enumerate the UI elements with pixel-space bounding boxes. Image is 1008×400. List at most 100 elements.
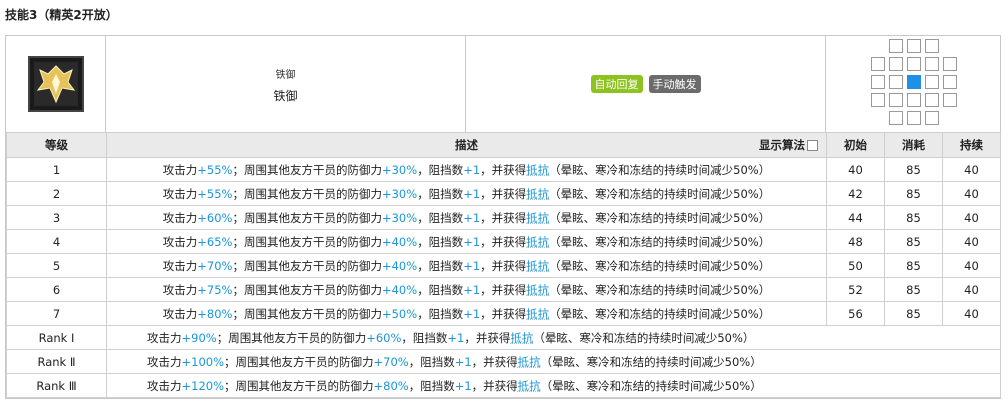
duration-header: 持续 [942,132,1001,158]
table-row: Rank Ⅱ 攻击力+100%；周围其他友方干员的防御力+70%，阻挡数+1，并获… [6,349,1001,374]
desc-def-label: ；周围其他友方干员的防御力 [224,354,374,369]
desc-block-label: ，阻挡数 [417,186,464,201]
range-cell [943,57,957,71]
desc-keyword[interactable]: 抵抗 [510,331,533,345]
skill-name-cell: 铁御 铁御 [106,36,466,132]
desc-block-value: +1 [463,234,481,249]
desc-keyword[interactable]: 抵抗 [518,379,541,393]
skill-info-row: 铁御 铁御 自动回复 手动触发 [6,36,1000,132]
desc-block-label: ，阻挡数 [417,306,464,321]
desc-block-value: +1 [463,306,481,321]
duration-cell: 40 [942,157,1001,182]
desc-def-label: ；周围其他友方干员的防御力 [232,186,382,201]
range-cell [943,75,957,89]
desc-tail: （晕眩、寒冷和冻结的持续时间减少50%） [549,234,771,249]
desc-atk-value: +55% [197,162,233,177]
description-cell: 攻击力+60%；周围其他友方干员的防御力+30%，阻挡数+1，并获得抵抗（晕眩、… [106,205,827,230]
desc-block-label: ，阻挡数 [417,234,464,249]
table-header-row: 等级 描述 显示算法 初始 消耗 持续 [6,132,1001,158]
description-cell: 攻击力+75%；周围其他友方干员的防御力+40%，阻挡数+1，并获得抵抗（晕眩、… [106,277,827,302]
desc-keyword[interactable]: 抵抗 [518,355,541,369]
desc-def-value: +50% [381,306,418,321]
desc-tail: （晕眩、寒冷和冻结的持续时间减少50%） [549,282,771,297]
desc-block-label: ，阻挡数 [408,378,455,393]
skill-name-small: 铁御 [275,70,296,81]
desc-def-value: +40% [381,258,418,273]
skill-icon [27,56,84,112]
initial-sp-cell: 40 [826,157,885,182]
desc-atk-label: 攻击力 [162,282,198,297]
sp-cost-cell: 85 [884,205,943,230]
level-header: 等级 [6,132,107,158]
desc-block-value: +1 [454,354,472,369]
desc-atk-label: 攻击力 [162,234,198,249]
desc-keyword[interactable]: 抵抗 [526,307,549,321]
desc-atk-label: 攻击力 [162,162,198,177]
desc-block-value: +1 [454,378,472,393]
duration-cell: 40 [942,253,1001,278]
desc-def-value: +30% [381,162,418,177]
rank-level-cell: Rank Ⅰ [6,325,107,350]
desc-tail: （晕眩、寒冷和冻结的持续时间减少50%） [549,186,771,201]
desc-gain-label: ，并获得 [471,378,518,393]
desc-gain-label: ，并获得 [480,282,527,297]
table-row: 6 攻击力+75%；周围其他友方干员的防御力+40%，阻挡数+1，并获得抵抗（晕眩… [6,277,1001,302]
desc-atk-label: 攻击力 [162,210,198,225]
desc-gain-label: ，并获得 [480,258,527,273]
show-algorithm-toggle[interactable]: 显示算法 [759,137,818,153]
description-cell: 攻击力+100%；周围其他友方干员的防御力+70%，阻挡数+1，并获得抵抗（晕眩… [106,349,1001,374]
desc-tail: （晕眩、寒冷和冻结的持续时间减少50%） [549,258,771,273]
desc-def-value: +60% [366,330,402,345]
show-algorithm-label: 显示算法 [759,138,805,152]
desc-atk-label: 攻击力 [162,306,198,321]
sp-cost-cell: 85 [884,181,943,206]
description-cell: 攻击力+80%；周围其他友方干员的防御力+50%，阻挡数+1，并获得抵抗（晕眩、… [106,301,827,326]
description-cell: 攻击力+55%；周围其他友方干员的防御力+30%，阻挡数+1，并获得抵抗（晕眩、… [106,157,827,182]
table-row: 7 攻击力+80%；周围其他友方干员的防御力+50%，阻挡数+1，并获得抵抗（晕眩… [6,301,1001,326]
sp-cost-cell: 85 [884,301,943,326]
range-cell [871,57,885,71]
attack-range-cell [826,36,1000,132]
range-cell [907,111,921,125]
range-cell-operator [907,75,921,89]
range-cell [871,75,885,89]
desc-keyword[interactable]: 抵抗 [526,283,549,297]
desc-keyword[interactable]: 抵抗 [526,187,549,201]
desc-def-label: ；周围其他友方干员的防御力 [232,258,382,273]
desc-keyword[interactable]: 抵抗 [526,211,549,225]
desc-atk-label: 攻击力 [147,354,182,369]
duration-cell: 40 [942,181,1001,206]
desc-def-value: +40% [381,282,418,297]
desc-def-value: +30% [381,186,418,201]
desc-atk-value: +60% [197,210,233,225]
desc-tail: （晕眩、寒冷和冻结的持续时间减少50%） [549,162,771,177]
show-algorithm-checkbox[interactable] [807,140,818,151]
desc-block-label: ，阻挡数 [417,282,464,297]
range-cell [925,39,939,53]
desc-block-label: ，阻挡数 [417,210,464,225]
desc-atk-label: 攻击力 [162,258,198,273]
initial-sp-cell: 44 [826,205,885,230]
sp-cost-cell: 85 [884,229,943,254]
desc-keyword[interactable]: 抵抗 [526,163,549,177]
desc-block-value: +1 [463,186,481,201]
desc-keyword[interactable]: 抵抗 [526,235,549,249]
range-cell [889,75,903,89]
description-cell: 攻击力+90%；周围其他友方干员的防御力+60%，阻挡数+1，并获得抵抗（晕眩、… [106,325,1001,350]
initial-sp-cell: 48 [826,229,885,254]
desc-tail: （晕眩、寒冷和冻结的持续时间减少50%） [540,354,762,369]
description-cell: 攻击力+55%；周围其他友方干员的防御力+30%，阻挡数+1，并获得抵抗（晕眩、… [106,181,827,206]
sp-cost-cell: 85 [884,157,943,182]
desc-atk-value: +70% [197,258,233,273]
desc-keyword[interactable]: 抵抗 [526,259,549,273]
level-cell: 2 [6,181,107,206]
rank-level-cell: Rank Ⅱ [6,349,107,374]
desc-gain-label: ，并获得 [471,354,518,369]
duration-cell: 40 [942,229,1001,254]
desc-atk-value: +55% [197,186,233,201]
level-cell: 6 [6,277,107,302]
initial-sp-cell: 50 [826,253,885,278]
duration-cell: 40 [942,205,1001,230]
table-row: 5 攻击力+70%；周围其他友方干员的防御力+40%，阻挡数+1，并获得抵抗（晕眩… [6,253,1001,278]
skill-name: 铁御 [273,89,298,103]
